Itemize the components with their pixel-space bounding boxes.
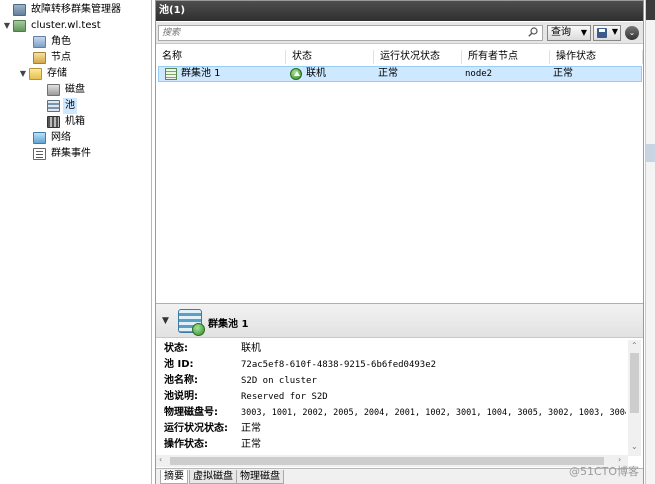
save-query-button[interactable]: ▼ — [593, 25, 621, 41]
tree-item-roles[interactable]: 角色 — [22, 34, 73, 50]
column-header-status[interactable]: 状态 — [286, 50, 374, 64]
property-value: 正常 — [241, 439, 261, 450]
navigation-tree: 故障转移群集管理器 ▼ cluster.wl.test 角色 节点 ▼ 存储 磁… — [0, 0, 152, 484]
nodes-icon — [33, 52, 46, 64]
watermark: @51CTO博客 — [569, 465, 640, 478]
property-label: 池名称: — [164, 375, 198, 386]
actions-pane-edge — [645, 0, 655, 484]
enclosure-icon — [47, 116, 60, 128]
pools-pane: 池(1) 查询 ▼ ▼ ⌄ 名称 状态 运行状况状态 所有者节点 操作状态 群集… — [155, 0, 644, 484]
table-row[interactable]: 群集池 1 联机 正常 node2 正常 — [158, 66, 642, 82]
column-header-operational-status[interactable]: 操作状态 — [550, 50, 643, 64]
network-icon — [33, 132, 46, 144]
column-header-name[interactable]: 名称 — [156, 50, 286, 64]
tab-physical-disks[interactable]: 物理磁盘 — [236, 470, 284, 484]
cluster-icon — [13, 20, 26, 32]
query-button[interactable]: 查询 ▼ — [547, 25, 591, 41]
disk-icon — [47, 84, 60, 96]
tree-item-cluster[interactable]: ▼ cluster.wl.test — [2, 18, 103, 34]
row-name: 群集池 1 — [181, 68, 221, 79]
cluster-manager-icon — [13, 4, 26, 16]
tree-expander[interactable]: ▼ — [18, 66, 28, 82]
row-health: 正常 — [378, 68, 398, 79]
tab-summary[interactable]: 摘要 — [160, 470, 188, 484]
tree-item-networks[interactable]: 网络 — [22, 130, 73, 146]
tree-item-label: 节点 — [51, 52, 71, 63]
tree-item-label: 群集事件 — [51, 148, 91, 159]
tree-item-storage[interactable]: ▼ 存储 — [18, 66, 69, 82]
pools-list: 名称 状态 运行状况状态 所有者节点 操作状态 群集池 1 联机 正常 node… — [156, 50, 643, 298]
search-icon[interactable] — [528, 27, 538, 37]
online-status-icon — [290, 68, 302, 80]
details-horizontal-scrollbar[interactable]: ‹ › — [156, 455, 628, 467]
property-value: 正常 — [241, 423, 261, 434]
tree-item-label: 磁盘 — [65, 84, 85, 95]
expand-options-button[interactable]: ⌄ — [625, 26, 639, 40]
query-button-label: 查询 — [551, 27, 571, 38]
pool-icon — [47, 100, 60, 112]
roles-icon — [33, 36, 46, 48]
property-label: 运行状况状态: — [164, 423, 228, 434]
chevron-down-icon: ▼ — [611, 27, 618, 36]
storage-folder-icon — [29, 68, 42, 80]
scrollbar-thumb[interactable] — [170, 457, 604, 465]
actions-pane-header — [646, 0, 655, 20]
row-operational-status: 正常 — [553, 68, 573, 79]
property-label: 池 ID: — [164, 359, 194, 370]
tree-item-label: 机箱 — [65, 116, 85, 127]
search-input[interactable] — [158, 25, 543, 41]
tree-item-label: 故障转移群集管理器 — [31, 4, 121, 15]
row-owner-node: node2 — [465, 69, 493, 79]
tree-item-label: 存储 — [47, 68, 67, 79]
collapse-icon[interactable]: ▼ — [162, 316, 169, 326]
property-label: 状态: — [164, 343, 188, 354]
scroll-down-icon[interactable]: ⌄ — [631, 442, 638, 451]
column-header-owner-node[interactable]: 所有者节点 — [462, 50, 550, 64]
row-status: 联机 — [306, 68, 326, 79]
tree-item-label: 池 — [63, 98, 77, 114]
column-header-health[interactable]: 运行状况状态 — [374, 50, 462, 64]
details-title: 群集池 1 — [208, 319, 249, 330]
event-log-icon — [33, 148, 46, 160]
tree-expander[interactable]: ▼ — [2, 18, 12, 34]
property-row: 物理磁盘号: 3003, 1001, 2002, 2005, 2004, 200… — [164, 406, 626, 420]
details-header: ▼ 群集池 1 — [156, 304, 643, 338]
property-label: 物理磁盘号: — [164, 407, 218, 418]
scrollbar-thumb[interactable] — [630, 353, 639, 413]
save-icon — [597, 28, 607, 38]
tree-item-disks[interactable]: 磁盘 — [36, 82, 87, 98]
tree-item-label: cluster.wl.test — [31, 20, 101, 31]
tree-item-enclosures[interactable]: 机箱 — [36, 114, 87, 130]
details-vertical-scrollbar[interactable]: ⌃ ⌄ — [628, 340, 641, 456]
filter-toolbar: 查询 ▼ ▼ ⌄ — [156, 22, 643, 44]
tab-virtual-disks[interactable]: 虚拟磁盘 — [189, 470, 237, 484]
property-label: 池说明: — [164, 391, 198, 402]
tree-item-nodes[interactable]: 节点 — [22, 50, 73, 66]
property-value: 72ac5ef8-610f-4838-9215-6b6fed0493e2 — [241, 360, 437, 370]
property-label: 操作状态: — [164, 439, 208, 450]
pool-large-icon — [178, 309, 205, 336]
details-panel: ▼ 群集池 1 状态: 联机 池 ID: 72ac5ef8-610f-4838-… — [156, 303, 643, 484]
property-value: 联机 — [241, 343, 261, 354]
tree-item-label: 网络 — [51, 132, 71, 143]
tree-item-failover-cluster-manager[interactable]: 故障转移群集管理器 — [2, 2, 123, 18]
actions-pane-section — [646, 144, 655, 162]
property-value: Reserved for S2D — [241, 392, 328, 402]
tree-item-label: 角色 — [51, 36, 71, 47]
tree-item-pools[interactable]: 池 — [36, 98, 77, 114]
scroll-up-icon[interactable]: ⌃ — [631, 341, 638, 350]
scroll-left-icon[interactable]: ‹ — [159, 455, 162, 464]
property-value: S2D on cluster — [241, 376, 317, 386]
tree-item-cluster-events[interactable]: 群集事件 — [22, 146, 93, 162]
pane-title: 池(1) — [156, 1, 643, 21]
chevron-down-icon: ▼ — [580, 28, 587, 37]
property-value: 3003, 1001, 2002, 2005, 2004, 2001, 1002… — [241, 408, 626, 418]
pool-icon — [165, 68, 177, 80]
